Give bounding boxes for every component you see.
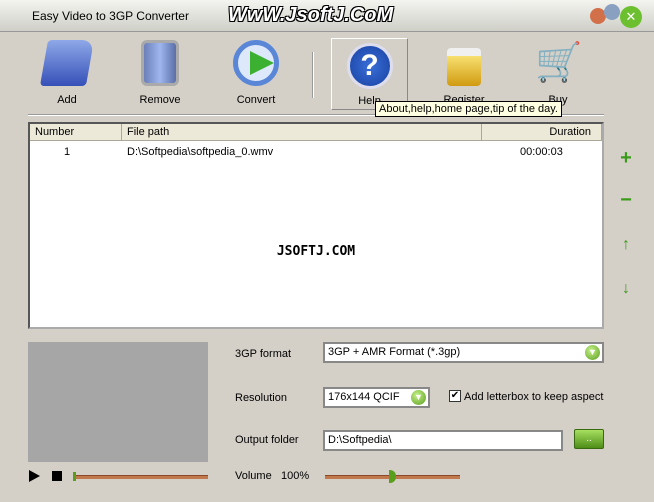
add-label: Add [57, 94, 77, 106]
volume-value: 100% [281, 470, 310, 482]
resolution-select[interactable]: 176x144 QCIF ▼ [323, 387, 430, 408]
stop-button[interactable] [52, 471, 62, 481]
row-duration: 00:00:03 [520, 146, 563, 158]
folder-add-icon [39, 40, 95, 86]
file-list[interactable]: Number File path Duration 1 D:\Softpedia… [28, 122, 604, 329]
column-header-duration[interactable]: Duration [482, 124, 602, 141]
letterbox-label: Add letterbox to keep aspect [464, 391, 604, 403]
browse-button[interactable]: .. [574, 429, 604, 449]
buy-button[interactable]: 🛒 Buy [518, 40, 598, 108]
add-item-button[interactable]: + [616, 148, 636, 168]
seek-slider[interactable] [73, 472, 208, 481]
tooltip: About,help,home page,tip of the day. [375, 101, 562, 117]
close-button[interactable]: ✕ [620, 6, 642, 28]
help-button[interactable]: ? Help [331, 38, 408, 110]
row-number: 1 [64, 146, 71, 158]
toolbar-separator [312, 52, 314, 98]
maximize-button[interactable] [604, 4, 620, 20]
play-button[interactable] [29, 470, 40, 482]
resolution-value: 176x144 QCIF [328, 391, 400, 403]
volume-slider[interactable] [325, 470, 460, 483]
resolution-label: Resolution [235, 392, 287, 404]
column-header-file-path[interactable]: File path [122, 124, 482, 141]
letterbox-checkbox[interactable]: ✔ [449, 390, 461, 402]
remove-button[interactable]: Remove [120, 40, 200, 108]
output-folder-input[interactable]: D:\Softpedia\ [323, 430, 563, 451]
format-label: 3GP format [235, 348, 292, 360]
video-preview [28, 342, 208, 462]
cart-icon: 🛒 [535, 42, 583, 84]
move-up-button[interactable]: ↑ [616, 235, 636, 255]
format-select[interactable]: 3GP + AMR Format (*.3gp) ▼ [323, 342, 604, 363]
chevron-down-icon: ▼ [585, 345, 600, 360]
register-button[interactable]: Register [424, 40, 504, 108]
help-icon: ? [346, 43, 393, 89]
list-watermark: JSOFTJ.COM [276, 244, 356, 259]
remove-label: Remove [139, 94, 181, 106]
title-bar: Easy Video to 3GP Converter WwW.JsoftJ.C… [0, 0, 654, 32]
table-row[interactable]: 1 D:\Softpedia\softpedia_0.wmv 00:00:03 [30, 144, 602, 160]
remove-item-button[interactable]: − [616, 190, 636, 210]
volume-thumb[interactable] [389, 470, 396, 483]
move-down-button[interactable]: ↓ [616, 279, 636, 299]
site-banner: WwW.JsoftJ.CoM [228, 4, 394, 26]
convert-button[interactable]: Convert [216, 40, 296, 108]
chevron-down-icon: ▼ [411, 390, 426, 405]
convert-label: Convert [236, 94, 276, 106]
format-value: 3GP + AMR Format (*.3gp) [328, 346, 461, 358]
lock-icon [447, 48, 481, 86]
output-folder-label: Output folder [235, 434, 299, 446]
add-button[interactable]: Add [27, 40, 107, 108]
recycle-bin-icon [141, 40, 179, 86]
column-header-number[interactable]: Number [30, 124, 122, 141]
volume-label: Volume [235, 470, 272, 482]
window-title: Easy Video to 3GP Converter [32, 9, 189, 23]
row-path: D:\Softpedia\softpedia_0.wmv [127, 146, 274, 158]
play-circle-icon [233, 40, 279, 86]
